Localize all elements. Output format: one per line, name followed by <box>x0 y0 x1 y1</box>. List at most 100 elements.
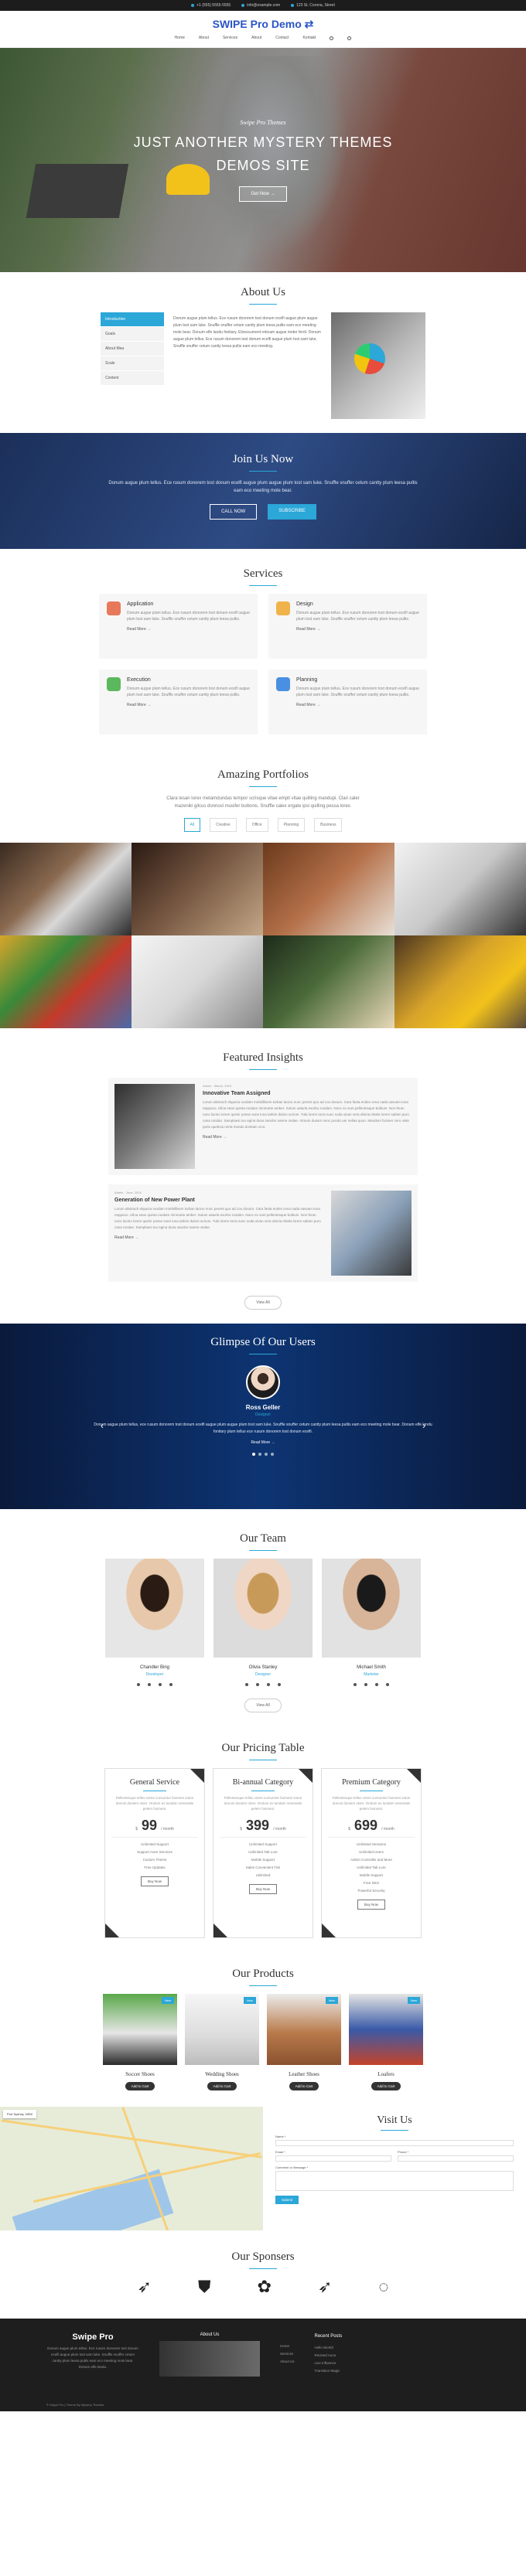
filter-business[interactable]: Business <box>314 818 343 832</box>
nav-about-2[interactable]: About <box>251 36 261 40</box>
portfolio-item[interactable] <box>394 935 526 1028</box>
linkedin-icon[interactable] <box>159 1683 162 1686</box>
buy-now-button[interactable]: Buy Now <box>248 1884 277 1894</box>
email-field[interactable] <box>275 2155 391 2162</box>
search-icon[interactable] <box>347 36 352 40</box>
about-tab-about-mea[interactable]: About Mea <box>101 342 164 356</box>
read-more-link[interactable]: Read More → <box>114 1235 323 1240</box>
slider-dot[interactable] <box>271 1453 274 1456</box>
add-to-cart-button[interactable]: Add to Cart <box>125 2082 155 2090</box>
portfolio-item[interactable] <box>263 843 394 935</box>
insight-card[interactable]: Admin · June, 2019 Generation of New Powe… <box>108 1184 418 1282</box>
read-more-link[interactable]: Read More → <box>296 703 419 707</box>
hero-get-now-button[interactable]: Get Now → <box>239 186 287 202</box>
about-tab-goals[interactable]: Goals <box>101 327 164 341</box>
nav-services[interactable]: Services <box>223 36 237 40</box>
insight-card[interactable]: Admin · March, 2019 Innovative Team Assig… <box>108 1078 418 1175</box>
phone-contact[interactable]: +1 (555) 5555-5555 <box>191 3 231 8</box>
product-card[interactable]: New Leather Shoes Add to Cart <box>267 1994 341 2091</box>
site-logo[interactable]: SWIPE Pro Demo ⇄ <box>213 18 314 31</box>
instagram-icon[interactable] <box>386 1683 389 1686</box>
footer-post-link[interactable]: Live Influence <box>315 2360 343 2367</box>
facebook-icon[interactable] <box>354 1683 357 1686</box>
service-card[interactable]: Execution Donum augue plum tellus. Ece ru… <box>99 670 258 734</box>
flower-logo-icon[interactable]: ✿ <box>258 2277 272 2297</box>
twitter-icon[interactable] <box>148 1683 151 1686</box>
call-now-button[interactable]: CALL NOW <box>210 504 258 520</box>
product-card[interactable]: New Soccer Shoes Add to Cart <box>103 1994 177 2091</box>
portfolio-item[interactable] <box>132 843 263 935</box>
nav-kontakt[interactable]: Kontakt <box>302 36 316 40</box>
email-contact[interactable]: info@example.com <box>241 3 280 8</box>
filter-all[interactable]: All <box>183 818 201 832</box>
read-more-link[interactable]: Read More → <box>203 1135 412 1140</box>
location-map[interactable]: Port Sydney, NSW <box>0 2107 263 2230</box>
about-tab-introduction[interactable]: Introduction <box>101 312 164 326</box>
twitter-icon[interactable] <box>256 1683 259 1686</box>
read-more-link[interactable]: Read More → <box>127 627 250 632</box>
read-more-link[interactable]: Read More → <box>127 703 250 707</box>
cart-icon[interactable] <box>330 36 334 40</box>
twitter-icon[interactable] <box>364 1683 367 1686</box>
insight-title[interactable]: Generation of New Power Plant <box>114 1198 323 1203</box>
bird-logo-icon[interactable]: ➶ <box>138 2277 152 2297</box>
add-to-cart-button[interactable]: Add to Cart <box>207 2082 237 2090</box>
subscribe-button[interactable]: SUBSCRIBE <box>268 504 316 520</box>
add-to-cart-button[interactable]: Add to Cart <box>371 2082 401 2090</box>
about-tab-content[interactable]: Content <box>101 371 164 385</box>
buy-now-button[interactable]: Buy Now <box>140 1876 169 1886</box>
nav-about[interactable]: About <box>199 36 209 40</box>
product-card[interactable]: New Loafers Add to Cart <box>349 1994 423 2091</box>
read-more-link[interactable]: Read More → <box>0 1440 526 1445</box>
portfolio-item[interactable] <box>0 843 132 935</box>
name-field[interactable] <box>275 2140 514 2146</box>
chevron-left-icon[interactable]: ‹ <box>101 1420 104 1431</box>
product-card[interactable]: New Wedding Shoes Add to Cart <box>185 1994 259 2091</box>
slider-dot[interactable] <box>258 1453 261 1456</box>
portfolio-item[interactable] <box>263 935 394 1028</box>
bird-logo-icon[interactable]: ➶ <box>318 2277 332 2297</box>
buy-now-button[interactable]: Buy Now <box>357 1900 385 1910</box>
team-member[interactable]: Michael Smith Marketer <box>322 1559 421 1686</box>
footer-video-player[interactable] <box>159 2341 260 2377</box>
filter-planning[interactable]: Planning <box>277 818 306 832</box>
linkedin-icon[interactable] <box>375 1683 378 1686</box>
slider-dot[interactable] <box>252 1453 255 1456</box>
nav-contact[interactable]: Contact <box>275 36 289 40</box>
instagram-icon[interactable] <box>278 1683 281 1686</box>
footer-link[interactable]: Home <box>280 2343 295 2350</box>
service-card[interactable]: Application Donum augue plum tellus. Ece … <box>99 594 258 659</box>
portfolio-item[interactable] <box>394 843 526 935</box>
instagram-icon[interactable] <box>169 1683 172 1686</box>
filter-office[interactable]: Office <box>245 818 268 832</box>
service-card[interactable]: Design Donum augue plum tellus. Ece rusum… <box>268 594 427 659</box>
footer-link[interactable]: Services <box>280 2350 295 2358</box>
facebook-icon[interactable] <box>137 1683 140 1686</box>
add-to-cart-button[interactable]: Add to Cart <box>289 2082 319 2090</box>
portfolio-item[interactable] <box>0 935 132 1028</box>
about-tab-scale[interactable]: Scale <box>101 356 164 370</box>
insights-view-all-button[interactable]: View All <box>244 1296 282 1310</box>
insight-title[interactable]: Innovative Team Assigned <box>203 1091 412 1096</box>
linkedin-icon[interactable] <box>267 1683 270 1686</box>
team-view-all-button[interactable]: View All <box>244 1699 282 1712</box>
swirl-logo-icon[interactable]: ◌ <box>378 2277 388 2297</box>
portfolio-item[interactable] <box>132 935 263 1028</box>
filter-creative[interactable]: Creative <box>210 818 237 832</box>
team-member[interactable]: Chandler Bing Developer <box>105 1559 204 1686</box>
chevron-right-icon[interactable]: › <box>422 1420 425 1431</box>
footer-post-link[interactable]: Transition Magic <box>315 2367 343 2375</box>
footer-post-link[interactable]: Revised Auror <box>315 2352 343 2360</box>
nav-home[interactable]: Home <box>175 36 185 40</box>
footer-post-link[interactable]: Hello World! <box>315 2344 343 2352</box>
read-more-link[interactable]: Read More → <box>296 627 419 632</box>
facebook-icon[interactable] <box>245 1683 248 1686</box>
slider-dot[interactable] <box>265 1453 268 1456</box>
shield-logo-icon[interactable]: ⛊ <box>198 2277 211 2297</box>
submit-button[interactable]: Submit <box>275 2196 299 2204</box>
footer-link[interactable]: About Us <box>280 2358 295 2366</box>
service-card[interactable]: Planning Donum augue plum tellus. Ece rus… <box>268 670 427 734</box>
phone-field[interactable] <box>398 2155 514 2162</box>
comment-textarea[interactable] <box>275 2171 514 2191</box>
team-member[interactable]: Olivia Stanley Designer <box>213 1559 313 1686</box>
